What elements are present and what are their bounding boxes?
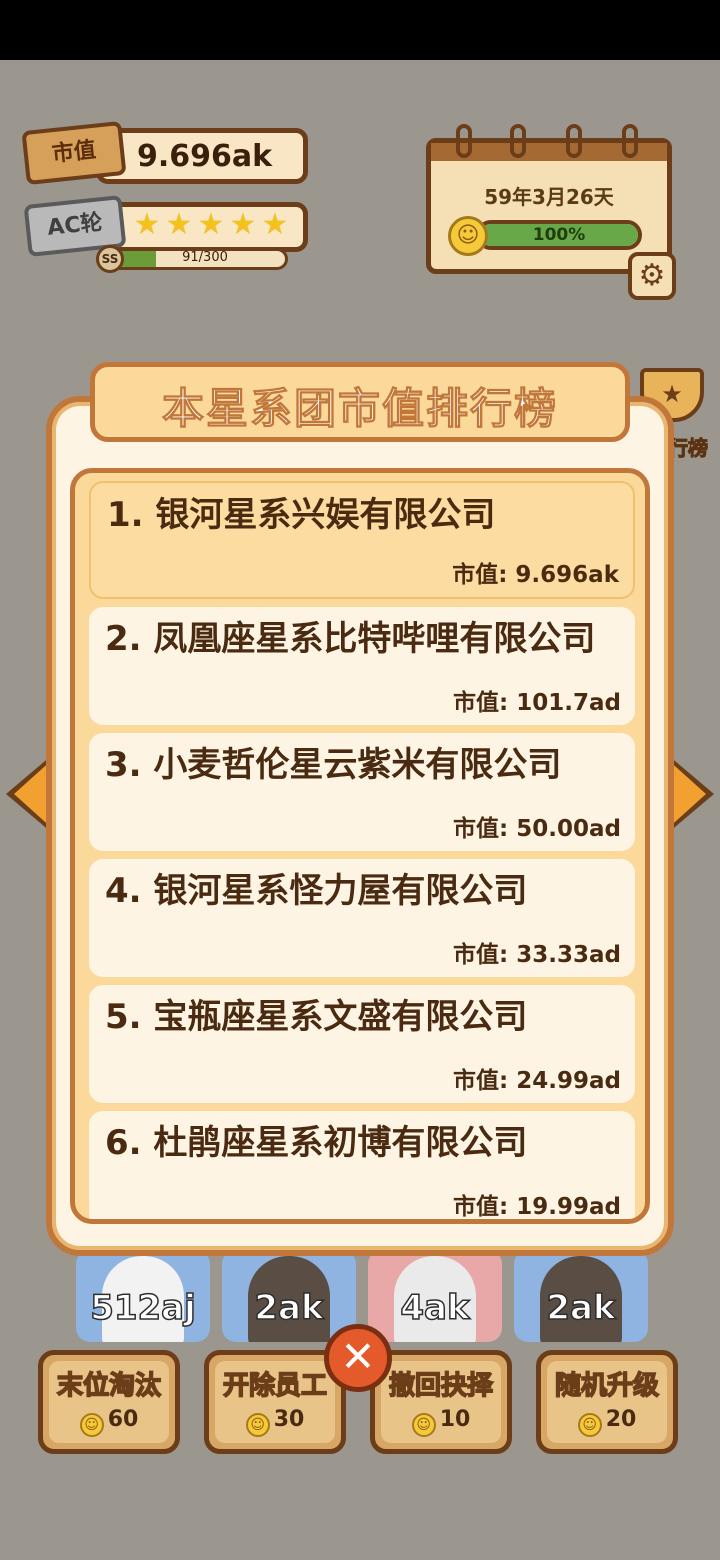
ranking-row: 6. 杜鹃座星系初博有限公司 市值: 19.99ad bbox=[89, 1111, 635, 1220]
employee-card[interactable]: 4ak bbox=[368, 1250, 502, 1342]
action-cost-value: 30 bbox=[273, 1407, 305, 1432]
company-market-value: 市值: 19.99ad bbox=[453, 1194, 621, 1220]
calendar-ring-icon bbox=[566, 124, 582, 158]
mood-percent: 100% bbox=[532, 225, 586, 245]
action-cost: ☺ 10 bbox=[375, 1407, 507, 1437]
gear-icon[interactable]: ⚙ bbox=[628, 252, 676, 300]
close-icon[interactable]: ✕ bbox=[324, 1324, 392, 1392]
star-icon: ★ bbox=[165, 207, 193, 242]
company-name: 6. 杜鹃座星系初博有限公司 bbox=[105, 1123, 528, 1163]
action-cost-value: 10 bbox=[439, 1407, 471, 1432]
calendar-ring-icon bbox=[456, 124, 472, 158]
action-cost: ☺ 60 bbox=[43, 1407, 175, 1437]
ranking-row: 3. 小麦哲伦星云紫米有限公司 市值: 50.00ad bbox=[89, 733, 635, 851]
company-market-value: 市值: 50.00ad bbox=[453, 816, 621, 842]
eliminate-last-button[interactable]: 末位淘汰 ☺ 60 bbox=[38, 1350, 180, 1454]
calendar-ring-icon bbox=[510, 124, 526, 158]
modal-title-banner: 本星系团市值排行榜 bbox=[90, 362, 630, 442]
smiley-coin-icon: ☺ bbox=[245, 1413, 270, 1437]
employee-card[interactable]: 2ak bbox=[514, 1250, 648, 1342]
game-screen: 9.696ak 市值 AC轮 ★ ★ ★ ★ ★ SS 91/300 59年3月… bbox=[0, 60, 720, 1560]
company-name: 3. 小麦哲伦星云紫米有限公司 bbox=[105, 745, 562, 785]
mood-bar: 100% bbox=[476, 220, 642, 250]
company-market-value: 市值: 101.7ad bbox=[453, 690, 621, 716]
action-cost: ☺ 30 bbox=[209, 1407, 341, 1437]
action-cost-value: 60 bbox=[107, 1407, 139, 1432]
action-label: 开除员工 bbox=[222, 1370, 328, 1402]
calendar-date: 59年3月26天 bbox=[484, 185, 614, 209]
random-upgrade-button[interactable]: 随机升级 ☺ 20 bbox=[536, 1350, 678, 1454]
xp-text: 91/300 bbox=[182, 250, 228, 265]
action-label: 末位淘汰 bbox=[56, 1370, 162, 1402]
ranking-row: 1. 银河星系兴娱有限公司 市值: 9.696ak bbox=[89, 481, 635, 599]
employee-value: 2ak bbox=[546, 1287, 617, 1329]
company-name: 2. 凤凰座星系比特哔哩有限公司 bbox=[105, 619, 596, 659]
company-market-value: 市值: 33.33ad bbox=[453, 942, 621, 968]
company-name: 1. 银河星系兴娱有限公司 bbox=[107, 495, 496, 535]
employee-card[interactable]: 512aj bbox=[76, 1250, 210, 1342]
ranking-row: 5. 宝瓶座星系文盛有限公司 市值: 24.99ad bbox=[89, 985, 635, 1103]
company-name: 5. 宝瓶座星系文盛有限公司 bbox=[105, 997, 528, 1037]
company-market-value: 市值: 24.99ad bbox=[453, 1068, 621, 1094]
action-cost-value: 20 bbox=[605, 1407, 637, 1432]
market-value: 9.696ak bbox=[137, 139, 273, 174]
star-icon: ★ bbox=[133, 207, 161, 242]
market-value-tag: 市值 bbox=[21, 120, 127, 186]
employee-value: 2ak bbox=[254, 1287, 325, 1329]
employee-value: 512aj bbox=[89, 1287, 196, 1329]
smiley-icon: ☺ bbox=[448, 216, 488, 256]
action-cost: ☺ 20 bbox=[541, 1407, 673, 1437]
calendar-ring-icon bbox=[622, 124, 638, 158]
ranking-list[interactable]: 1. 银河星系兴娱有限公司 市值: 9.696ak 2. 凤凰座星系比特哔哩有限… bbox=[70, 468, 650, 1224]
company-name: 4. 银河星系怪力屋有限公司 bbox=[105, 871, 528, 911]
rank-badge: SS bbox=[96, 245, 124, 273]
action-label: 随机升级 bbox=[554, 1370, 660, 1402]
undo-choice-button[interactable]: 撤回抉择 ☺ 10 bbox=[370, 1350, 512, 1454]
ranking-row: 2. 凤凰座星系比特哔哩有限公司 市值: 101.7ad bbox=[89, 607, 635, 725]
star-icon: ★ bbox=[229, 207, 257, 242]
smiley-coin-icon: ☺ bbox=[577, 1413, 602, 1437]
employee-value: 4ak bbox=[400, 1287, 471, 1329]
star-icon: ★ bbox=[197, 207, 225, 242]
star-icon: ★ bbox=[261, 207, 289, 242]
smiley-coin-icon: ☺ bbox=[79, 1413, 104, 1437]
ranking-label[interactable]: 行榜 bbox=[668, 432, 709, 461]
company-market-value: 市值: 9.696ak bbox=[452, 562, 619, 588]
employee-card[interactable]: 2ak bbox=[222, 1250, 356, 1342]
smiley-coin-icon: ☺ bbox=[411, 1413, 436, 1437]
ranking-row: 4. 银河星系怪力屋有限公司 市值: 33.33ad bbox=[89, 859, 635, 977]
action-label: 撤回抉择 bbox=[388, 1370, 494, 1402]
modal-title: 本星系团市值排行榜 bbox=[161, 384, 558, 434]
market-value-panel: 9.696ak bbox=[96, 128, 308, 184]
